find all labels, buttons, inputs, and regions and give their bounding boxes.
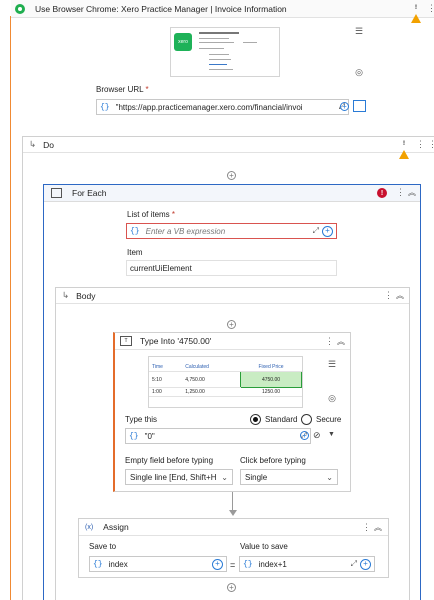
type-into-icon: T xyxy=(120,336,132,346)
add-variable-icon[interactable]: + xyxy=(322,225,333,237)
chevron-down-icon: ⌄ xyxy=(221,472,228,482)
do-more-icon[interactable]: ⋮ xyxy=(416,139,425,150)
do-more-icon-2[interactable]: ⋮ xyxy=(428,139,434,150)
type-into-screenshot: Time Calculated Fixed Price 5:10 4,750.0… xyxy=(148,356,303,408)
secure-toggle-icon[interactable]: ⊘ xyxy=(313,430,325,442)
list-placeholder: Enter a VB expression xyxy=(145,226,226,236)
preview-cell: 4,750.00 xyxy=(182,371,241,388)
do-warning-icon[interactable] xyxy=(399,140,409,159)
do-header[interactable]: ↳ Do ⋮ ⋮ xyxy=(23,137,434,159)
insert-activity-icon[interactable]: + xyxy=(227,171,236,180)
value-to-save-label: Value to save xyxy=(240,542,288,551)
insert-activity-icon[interactable]: + xyxy=(227,320,236,329)
for-each-title: For Each xyxy=(72,188,107,198)
add-variable-icon[interactable]: + xyxy=(340,102,349,111)
item-value: currentUiElement xyxy=(130,263,192,273)
menu-icon[interactable]: ☰ xyxy=(325,358,339,370)
expression-brace-icon: {} xyxy=(93,559,103,569)
save-to-value: index xyxy=(108,559,128,569)
preview-cell: 5:10 xyxy=(149,371,183,388)
preview-header: Calculated xyxy=(182,363,241,372)
type-this-dropdown-icon[interactable]: ▼ xyxy=(328,431,335,438)
orange-left-bar xyxy=(10,16,11,600)
browser-url-label: Browser URL * xyxy=(96,85,149,94)
save-to-field[interactable]: {} index + xyxy=(89,556,227,572)
preview-header: Time xyxy=(149,363,183,372)
target-selector-icon[interactable]: ◎ xyxy=(325,392,339,404)
equals-sign: = xyxy=(230,560,236,570)
assign-collapse-icon[interactable]: ︽ xyxy=(374,522,382,533)
warning-icon[interactable] xyxy=(411,4,421,23)
for-each-header[interactable]: For Each ! ⋮ ︽ xyxy=(44,185,420,202)
type-this-field[interactable]: {} "0" ⤢ xyxy=(125,428,311,444)
add-variable-icon[interactable]: + xyxy=(212,558,223,570)
click-before-select[interactable]: Single ⌄ xyxy=(240,469,338,485)
browser-scope-header[interactable]: Use Browser Chrome: Xero Practice Manage… xyxy=(11,0,434,23)
radio-selected-icon xyxy=(250,414,261,425)
chevron-down-icon: ⌄ xyxy=(326,472,333,482)
preview-header: Fixed Price xyxy=(240,363,302,372)
browser-scope-title: Use Browser Chrome: Xero Practice Manage… xyxy=(35,3,287,14)
type-into-more-icon[interactable]: ⋮ xyxy=(325,336,334,347)
expand-icon[interactable]: ⤢ xyxy=(351,559,357,569)
browser-screenshot-thumbnail: xero xyxy=(170,27,280,77)
secure-radio[interactable]: Secure xyxy=(301,414,341,425)
body-collapse-icon[interactable]: ︽ xyxy=(396,290,404,301)
type-into-title: Type Into '4750.00' xyxy=(140,336,212,346)
target-selector-icon[interactable]: ◎ xyxy=(352,66,366,78)
preview-cell: 1:00 xyxy=(149,387,183,397)
body-arrow-icon: ↳ xyxy=(62,290,70,300)
chrome-icon xyxy=(15,3,25,14)
list-of-items-field[interactable]: {} Enter a VB expression ⤢ + xyxy=(126,223,337,239)
expression-brace-icon: {} xyxy=(130,226,140,236)
browser-url-field[interactable]: {} "https://app.practicemanager.xero.com… xyxy=(96,99,349,115)
standard-radio[interactable]: Standard xyxy=(250,414,297,425)
for-each-icon xyxy=(51,188,62,198)
preview-cell: 1250.00 xyxy=(240,387,302,397)
browser-picker-icon[interactable] xyxy=(353,100,366,112)
empty-field-select[interactable]: Single line [End, Shift+H ⌄ xyxy=(125,469,233,485)
sequence-connector xyxy=(232,492,233,512)
insert-activity-icon[interactable]: + xyxy=(227,583,236,592)
assign-header[interactable]: (x) Assign ⋮ ︽ xyxy=(79,519,388,536)
type-into-header[interactable]: T Type Into '4750.00' ⋮ ︽ xyxy=(115,333,350,350)
more-options-icon[interactable]: ⋮ xyxy=(427,3,434,14)
expression-brace-icon: {} xyxy=(129,431,139,441)
preview-cell: 1,250.00 xyxy=(182,387,241,397)
body-more-icon[interactable]: ⋮ xyxy=(384,290,393,301)
add-variable-icon[interactable]: + xyxy=(360,558,371,570)
value-to-save-field[interactable]: {} index+1 ⤢ + xyxy=(239,556,375,572)
body-header[interactable]: ↳ Body ⋮ ︽ xyxy=(56,288,409,304)
save-to-label: Save to xyxy=(89,542,117,551)
type-into-collapse-icon[interactable]: ︽ xyxy=(337,336,345,347)
expand-icon[interactable]: ⤢ xyxy=(313,226,319,236)
item-label: Item xyxy=(127,248,143,257)
xero-logo: xero xyxy=(174,33,192,51)
do-arrow-icon: ↳ xyxy=(29,139,37,149)
error-icon[interactable]: ! xyxy=(377,188,387,198)
browser-url-value: "https://app.practicemanager.xero.com/fi… xyxy=(115,102,303,112)
click-before-label: Click before typing xyxy=(240,456,306,465)
empty-field-label: Empty field before typing xyxy=(125,456,214,465)
preview-highlight-cell: 4750.00 xyxy=(240,371,302,388)
do-title: Do xyxy=(43,139,54,150)
add-variable-icon[interactable]: + xyxy=(300,431,309,440)
body-title: Body xyxy=(76,290,96,301)
type-this-label: Type this xyxy=(125,415,158,424)
expression-brace-icon: {} xyxy=(243,559,253,569)
variable-icon: (x) xyxy=(85,523,94,531)
assign-title: Assign xyxy=(103,522,129,532)
for-each-more-icon[interactable]: ⋮ xyxy=(396,187,405,198)
collapse-icon[interactable]: ︽ xyxy=(408,187,416,198)
menu-icon[interactable]: ☰ xyxy=(352,25,366,37)
value-to-save-value: index+1 xyxy=(258,559,287,569)
list-of-items-label: List of items * xyxy=(127,210,176,219)
expression-brace-icon: {} xyxy=(100,102,110,112)
arrow-down-icon xyxy=(229,510,237,516)
assign-more-icon[interactable]: ⋮ xyxy=(362,522,371,533)
item-field[interactable]: currentUiElement xyxy=(126,260,337,276)
type-this-value: "0" xyxy=(144,431,155,441)
radio-empty-icon xyxy=(301,414,312,425)
